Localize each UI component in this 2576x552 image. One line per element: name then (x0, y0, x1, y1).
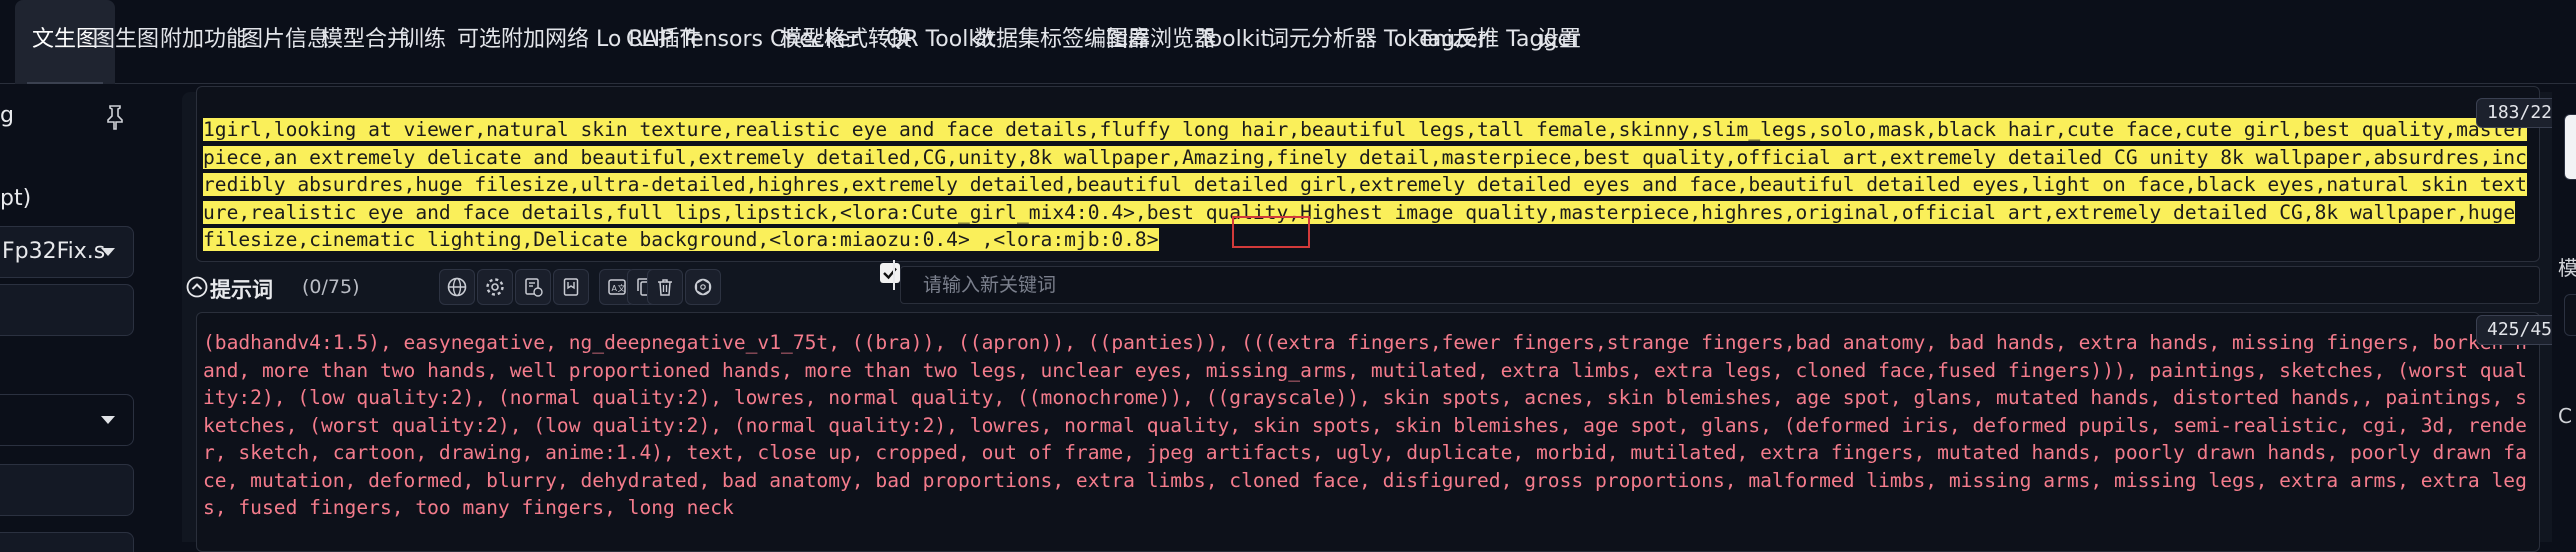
pin-icon[interactable] (104, 104, 126, 130)
negative-prompt-box[interactable]: (badhandv4:1.5), easynegative, ng_deepne… (196, 312, 2540, 552)
model-select[interactable]: Fp32Fix.s (0, 226, 134, 278)
generate-button-edge[interactable] (2564, 114, 2576, 180)
tab-img2img[interactable]: 图生图 (93, 0, 159, 82)
tab-settings[interactable]: 设置 (1537, 0, 1581, 82)
left-settings-panel: g pt) Fp32Fix.s (0, 86, 182, 552)
delete-button[interactable] (647, 269, 683, 305)
translate-icon: A文 (608, 279, 626, 295)
prompt-toolbar: 提示词 (0/75) A文 (186, 260, 2540, 308)
globe-icon (447, 277, 467, 297)
positive-prompt-box[interactable]: 1girl,looking at viewer,natural skin tex… (196, 86, 2540, 262)
input-field-1[interactable] (0, 284, 134, 336)
chevron-down-icon (101, 248, 115, 256)
globe-button[interactable] (439, 269, 475, 305)
red-annotation-box (1232, 216, 1310, 248)
svg-text:文: 文 (618, 283, 626, 293)
bookmark-button[interactable] (553, 269, 589, 305)
positive-token-counter: 183/225 (2476, 98, 2563, 128)
negative-token-counter: 425/450 (2476, 315, 2563, 345)
input-field-2[interactable] (0, 464, 134, 516)
history-button[interactable] (515, 269, 551, 305)
prompt-token-count: (0/75) (302, 276, 360, 298)
tab-png-info[interactable]: 图片信息 (241, 0, 329, 82)
negative-prompt-text[interactable]: (badhandv4:1.5), easynegative, ng_deepne… (203, 329, 2529, 522)
prompt-text-marked: ,original, (1783, 200, 1902, 224)
history-icon (525, 278, 543, 297)
input-field-3[interactable] (0, 532, 134, 552)
prompt-label: 提示词 (210, 278, 273, 302)
new-keyword-input[interactable] (900, 266, 2540, 304)
right-select-edge[interactable] (2564, 294, 2576, 336)
tab-checkpoint-merger[interactable]: 模型合并 (321, 0, 409, 82)
gear-icon (486, 278, 504, 296)
right-label-1: 模 (2558, 256, 2576, 280)
right-label-2: C (2558, 404, 2572, 428)
keyword-checkbox[interactable] (880, 263, 900, 283)
panel-title: g (0, 103, 14, 128)
text-cursor-icon (893, 260, 895, 290)
tab-toolkit[interactable]: Toolkit (1199, 0, 1269, 82)
bookmark-icon (563, 278, 579, 296)
checkmark-icon (883, 267, 897, 280)
chatgpt-button[interactable] (685, 269, 721, 305)
select-field-2[interactable] (0, 394, 134, 446)
positive-prompt-text[interactable]: 1girl,looking at viewer,natural skin tex… (203, 116, 2529, 254)
top-tab-bar: 文生图 图生图 附加功能 图片信息 模型合并 训练 可选附加网络 Lo RA插件… (0, 0, 2576, 84)
prompt-panel: 1girl,looking at viewer,natural skin tex… (182, 86, 2563, 552)
chevron-down-icon (101, 416, 115, 424)
settings-button[interactable] (477, 269, 513, 305)
trash-icon (658, 279, 672, 296)
openai-icon (694, 278, 712, 296)
section-label: pt) (0, 186, 32, 211)
right-panel-edge: 模 C (2552, 86, 2576, 542)
tab-extras[interactable]: 附加功能 (160, 0, 248, 82)
tab-train[interactable]: 训练 (402, 0, 446, 82)
collapse-icon[interactable] (186, 276, 208, 298)
